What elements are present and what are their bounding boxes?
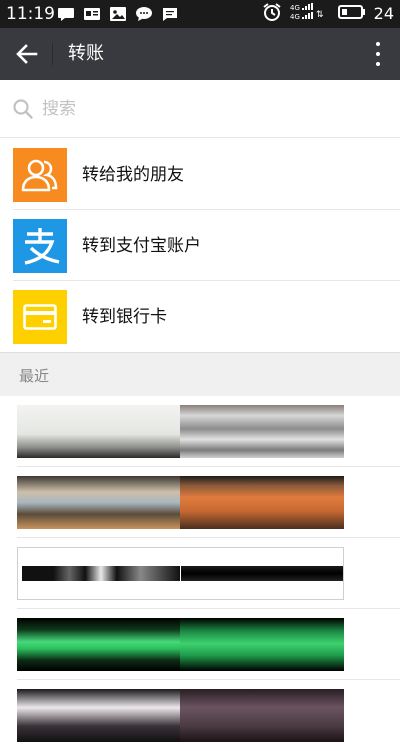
option-transfer-to-bank-card[interactable]: 转到银行卡 xyxy=(0,281,400,352)
sms-icon xyxy=(161,5,179,23)
title-divider xyxy=(52,43,53,65)
alipay-icon xyxy=(13,219,67,273)
recent-contact-item[interactable] xyxy=(0,538,400,609)
back-button[interactable] xyxy=(10,38,44,70)
option-transfer-to-alipay[interactable]: 转到支付宝账户 xyxy=(0,210,400,281)
more-dot-icon xyxy=(376,52,380,56)
more-dot-icon xyxy=(376,42,380,46)
chat-icon xyxy=(135,5,153,23)
search-icon xyxy=(13,99,33,119)
obscured-contact xyxy=(17,618,344,671)
alarm-icon xyxy=(262,2,282,26)
svg-text:⇅: ⇅ xyxy=(316,10,324,20)
option-label: 转到银行卡 xyxy=(82,307,167,327)
obscured-contact xyxy=(17,689,344,742)
recent-section-header: 最近 xyxy=(0,352,400,396)
photo-icon xyxy=(109,5,127,23)
recent-contact-item[interactable] xyxy=(0,467,400,538)
contacts-icon xyxy=(13,148,67,202)
obscured-contact xyxy=(17,547,344,600)
option-transfer-to-friend[interactable]: 转给我的朋友 xyxy=(0,139,400,210)
option-label: 转给我的朋友 xyxy=(82,165,184,185)
status-bar: 11:19 4G 4G ⇅ 24 xyxy=(0,0,400,28)
more-menu-button[interactable] xyxy=(374,42,382,66)
more-dot-icon xyxy=(376,62,380,66)
svg-text:4G: 4G xyxy=(290,13,300,21)
option-label: 转到支付宝账户 xyxy=(82,236,201,256)
obscured-contact xyxy=(17,405,344,458)
battery-level: 24 xyxy=(373,4,394,23)
status-right: 4G 4G ⇅ 24 xyxy=(262,2,394,26)
bank-card-icon xyxy=(13,290,67,344)
notification-icons xyxy=(57,5,179,23)
arrow-left-icon xyxy=(16,44,38,64)
id-card-icon xyxy=(83,5,101,23)
svg-text:4G: 4G xyxy=(290,4,300,12)
recent-contact-item[interactable] xyxy=(0,396,400,467)
signal-4g-icon: 4G 4G ⇅ xyxy=(290,3,330,25)
search-input[interactable] xyxy=(42,96,362,122)
message-bubble-icon xyxy=(57,5,75,23)
status-time: 11:19 xyxy=(6,4,55,24)
obscured-contact xyxy=(17,476,344,529)
recent-section-title: 最近 xyxy=(19,367,50,385)
search-bar xyxy=(0,80,400,138)
recent-contact-item[interactable] xyxy=(0,609,400,680)
title-bar: 转账 xyxy=(0,28,400,80)
recent-contact-item[interactable] xyxy=(0,680,400,751)
battery-icon xyxy=(337,4,366,24)
page-title: 转账 xyxy=(68,43,104,64)
